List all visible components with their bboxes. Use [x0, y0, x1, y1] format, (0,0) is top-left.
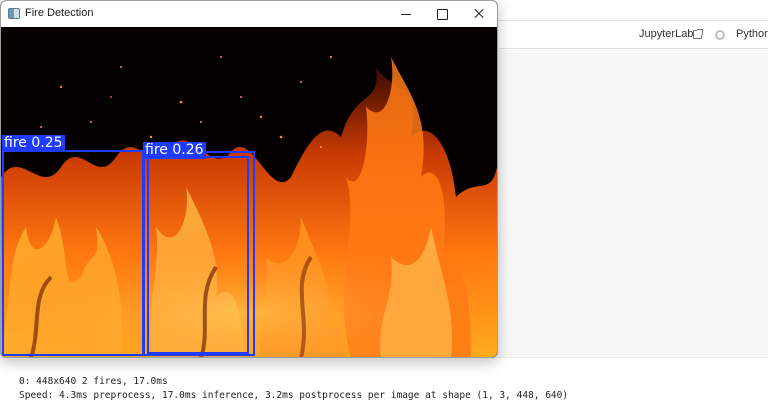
fire-detection-window: Fire Detection fire 0.25 fire 0.26	[0, 0, 498, 358]
output-line-detections: 0: 448x640 2 fires, 17.0ms	[19, 376, 168, 387]
cell-output: 0: 448x640 2 fires, 17.0ms Speed: 4.3ms …	[0, 357, 768, 405]
minimize-button[interactable]	[386, 1, 424, 27]
notebook-area	[497, 50, 768, 357]
window-titlebar[interactable]: Fire Detection	[1, 1, 497, 27]
external-link-icon[interactable]	[693, 29, 703, 39]
detection-box-2-inner	[147, 156, 249, 354]
jupyterlab-link[interactable]: JupyterLab	[639, 28, 693, 40]
window-title: Fire Detection	[25, 7, 94, 19]
detection-label-1: fire 0.25	[2, 135, 65, 152]
maximize-button[interactable]	[422, 1, 460, 27]
detection-label-2: fire 0.26	[143, 142, 206, 159]
jupyter-toolbar	[497, 20, 768, 49]
output-line-speed: Speed: 4.3ms preprocess, 17.0ms inferenc…	[19, 390, 569, 401]
kernel-status-icon	[715, 30, 725, 40]
detection-box-1	[2, 150, 144, 356]
kernel-name[interactable]: Python	[736, 28, 768, 40]
detection-image: fire 0.25 fire 0.26	[1, 27, 497, 357]
close-button[interactable]	[460, 1, 497, 27]
app-window-icon	[8, 8, 20, 19]
